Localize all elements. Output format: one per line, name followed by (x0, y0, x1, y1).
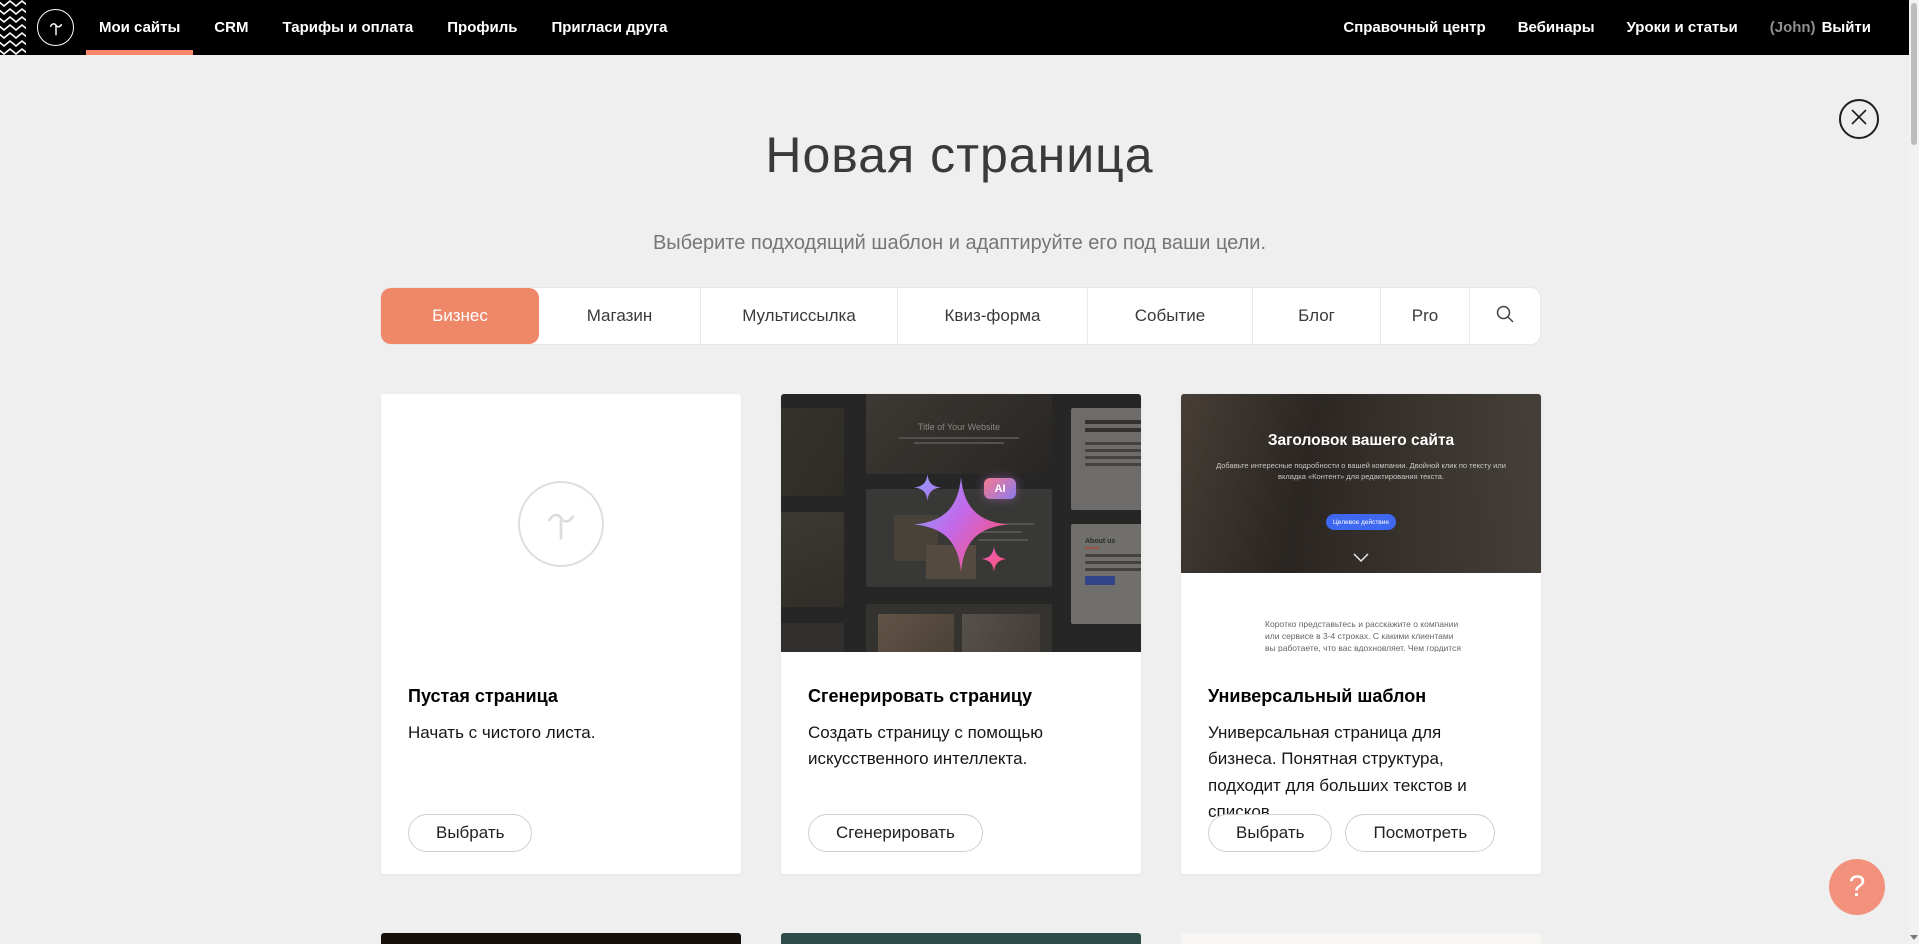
tab-business[interactable]: Бизнес (381, 288, 539, 344)
template-hero-title: Заголовок вашего сайта (1181, 432, 1541, 450)
choose-button[interactable]: Выбрать (408, 814, 532, 852)
tab-blog[interactable]: Блог (1252, 288, 1380, 344)
card-title: Универсальный шаблон (1208, 686, 1514, 707)
vertical-scrollbar (1909, 0, 1919, 944)
card-description: Создать страницу с помощью искусственног… (808, 720, 1114, 773)
scrollbar-down-arrow[interactable] (1910, 935, 1918, 940)
card-universal-template: Заголовок вашего сайта Добавьте интересн… (1181, 394, 1541, 874)
page-title: Новая страница (0, 126, 1919, 184)
ai-badge: AI (984, 478, 1016, 499)
chevron-down-icon (1353, 550, 1369, 568)
ai-preview-collage: Title of Your Website About us (781, 394, 1141, 652)
blank-page-preview (381, 394, 741, 652)
card-title: Пустая страница (408, 686, 714, 707)
choose-button[interactable]: Выбрать (1208, 814, 1332, 852)
nav-item-profile[interactable]: Профиль (447, 0, 517, 55)
card-description: Начать с чистого листа. (408, 720, 714, 746)
nav-item-my-sites[interactable]: Мои сайты (99, 0, 180, 55)
nav-item-webinars[interactable]: Вебинары (1518, 0, 1595, 55)
card-description: Универсальная страница для бизнеса. Поня… (1208, 720, 1514, 825)
tab-multilink[interactable]: Мультиссылка (700, 288, 897, 344)
tab-store[interactable]: Магазин (539, 288, 700, 344)
card-title: Сгенерировать страницу (808, 686, 1114, 707)
card-buttons: Сгенерировать (808, 814, 983, 852)
tab-search[interactable] (1469, 288, 1540, 344)
nav-right-menu: Справочный центр Вебинары Уроки и статьи… (1343, 0, 1871, 55)
logout-label: Выйти (1822, 19, 1871, 36)
card-peek (781, 933, 1141, 944)
template-body-text: Коротко представьтесь и расскажите о ком… (1265, 618, 1463, 652)
close-button[interactable] (1839, 99, 1879, 139)
user-logout[interactable]: (John) Выйти (1770, 19, 1871, 36)
template-hero-subtitle: Добавьте интересные подробности о вашей … (1216, 460, 1506, 483)
tab-pro[interactable]: Pro (1380, 288, 1469, 344)
tilda-logo-icon[interactable] (37, 9, 74, 46)
template-cta-button: Целевое действие (1326, 514, 1396, 530)
template-preview: Заголовок вашего сайта Добавьте интересн… (1181, 394, 1541, 652)
ai-sparkle-icon: AI (781, 394, 1141, 652)
card-peek (1181, 933, 1541, 944)
template-hero: Заголовок вашего сайта Добавьте интересн… (1181, 394, 1541, 573)
nav-item-lessons[interactable]: Уроки и статьи (1627, 0, 1738, 55)
card-buttons: Выбрать (408, 814, 532, 852)
page-subtitle: Выберите подходящий шаблон и адаптируйте… (0, 232, 1919, 255)
zigzag-pattern-icon (0, 0, 26, 55)
card-peek (381, 933, 741, 944)
card-blank-page: Пустая страница Начать с чистого листа. … (381, 394, 741, 874)
tab-event[interactable]: Событие (1087, 288, 1252, 344)
generate-button[interactable]: Сгенерировать (808, 814, 983, 852)
help-button[interactable]: ? (1829, 859, 1885, 915)
tilda-watermark-icon (518, 481, 604, 567)
nav-item-crm[interactable]: CRM (214, 0, 248, 55)
top-nav: Мои сайты CRM Тарифы и оплата Профиль Пр… (0, 0, 1909, 55)
template-cards-grid: Пустая страница Начать с чистого листа. … (381, 394, 1541, 874)
user-name: (John) (1770, 19, 1816, 36)
next-row-card-peeks (381, 933, 1541, 944)
nav-item-help-center[interactable]: Справочный центр (1343, 0, 1485, 55)
card-ai-generate: Title of Your Website About us (781, 394, 1141, 874)
scrollbar-thumb[interactable] (1911, 3, 1917, 145)
question-mark-icon: ? (1849, 870, 1866, 904)
nav-left-menu: Мои сайты CRM Тарифы и оплата Профиль Пр… (99, 0, 668, 55)
view-button[interactable]: Посмотреть (1345, 814, 1495, 852)
card-buttons: Выбрать Посмотреть (1208, 814, 1495, 852)
tab-quiz-form[interactable]: Квиз-форма (897, 288, 1087, 344)
search-icon (1495, 304, 1515, 329)
nav-item-tariffs[interactable]: Тарифы и оплата (282, 0, 413, 55)
close-icon (1850, 108, 1868, 131)
template-category-tabs: Бизнес Магазин Мультиссылка Квиз-форма С… (381, 288, 1540, 344)
nav-item-invite-friend[interactable]: Пригласи друга (551, 0, 667, 55)
